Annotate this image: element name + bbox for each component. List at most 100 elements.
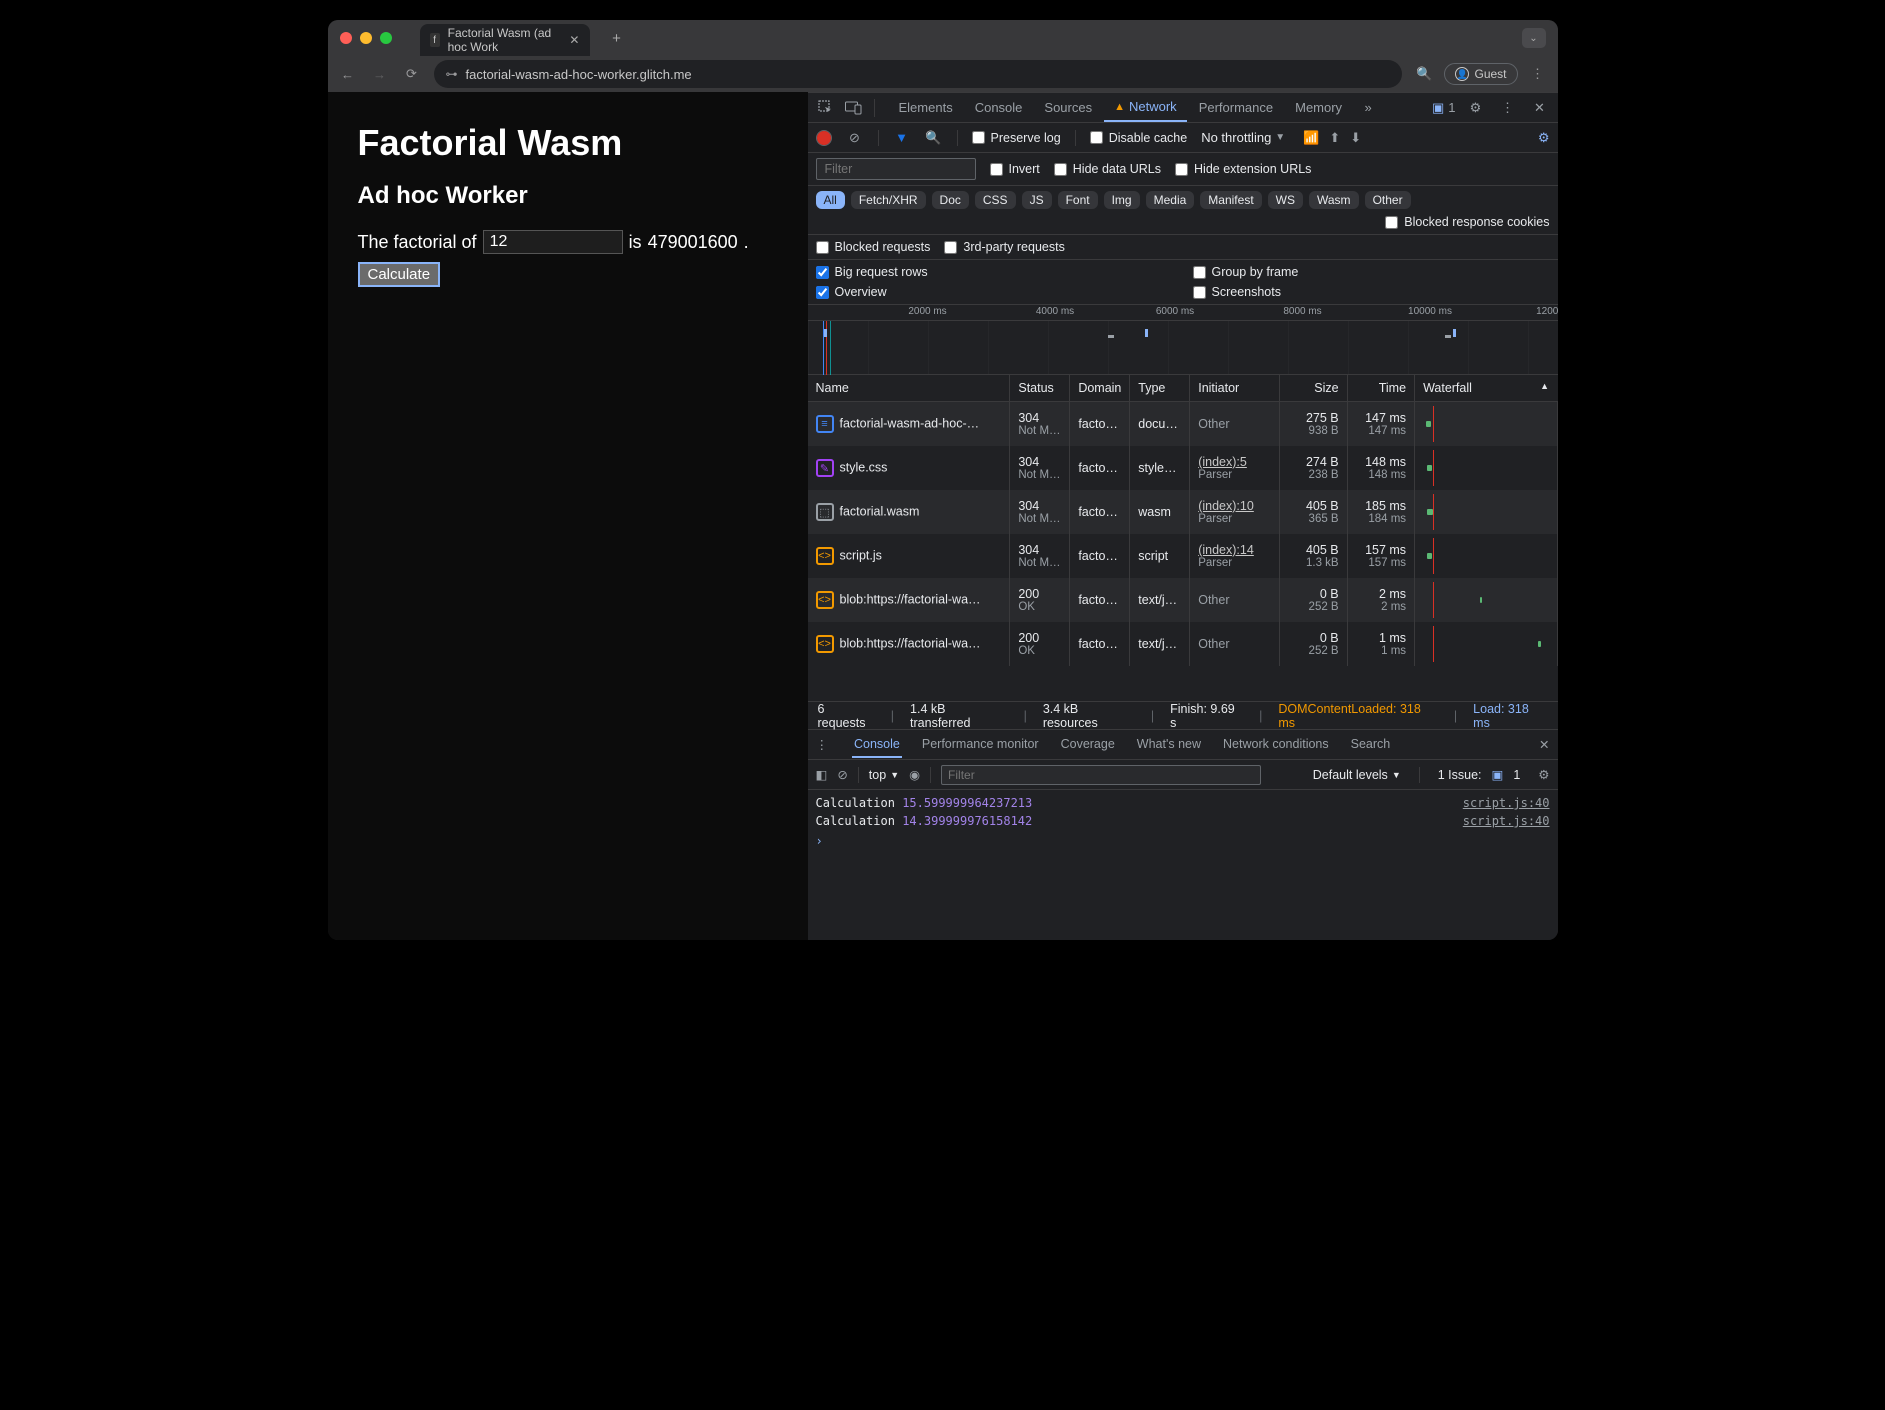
type-pill-css[interactable]: CSS — [975, 191, 1016, 209]
network-filter-input[interactable] — [816, 158, 976, 180]
log-source-link[interactable]: script.js:40 — [1463, 814, 1550, 828]
issue-icon[interactable]: ▣ — [1492, 767, 1504, 782]
new-tab-button[interactable]: + — [604, 25, 630, 51]
hide-ext-urls-checkbox[interactable]: Hide extension URLs — [1175, 162, 1311, 176]
network-row[interactable]: <>blob:https://factorial-wa…200OKfactori… — [808, 622, 1558, 666]
reload-button[interactable]: ⟳ — [402, 64, 422, 84]
network-row[interactable]: ⬚factorial.wasm304Not M…factori…wasm(ind… — [808, 490, 1558, 534]
drawer-menu-icon[interactable]: ⋮ — [816, 737, 829, 752]
filter-toggle-icon[interactable]: ▼ — [893, 130, 911, 145]
network-table[interactable]: NameStatusDomainTypeInitiatorSizeTimeWat… — [808, 375, 1558, 702]
network-row[interactable]: ≡factorial-wasm-ad-hoc-…304Not M…factori… — [808, 402, 1558, 447]
column-header-name[interactable]: Name — [808, 375, 1010, 402]
browser-menu-button[interactable]: ⋮ — [1528, 64, 1548, 84]
export-har-icon[interactable]: ⬇ — [1350, 130, 1361, 146]
type-pill-media[interactable]: Media — [1146, 191, 1195, 209]
more-tabs-icon[interactable]: » — [1356, 96, 1380, 120]
blocked-cookies-checkbox[interactable]: Blocked response cookies — [1385, 215, 1549, 229]
browser-tab[interactable]: f Factorial Wasm (ad hoc Work ✕ — [420, 24, 590, 56]
type-pill-ws[interactable]: WS — [1268, 191, 1303, 209]
column-header-initiator[interactable]: Initiator — [1190, 375, 1280, 402]
log-source-link[interactable]: script.js:40 — [1463, 796, 1550, 810]
drawer-tab-performance-monitor[interactable]: Performance monitor — [920, 732, 1041, 758]
devtools-settings-icon[interactable]: ⚙ — [1464, 96, 1488, 120]
devtools-close-icon[interactable]: ✕ — [1528, 96, 1552, 120]
devtools-menu-icon[interactable]: ⋮ — [1496, 96, 1520, 120]
column-header-size[interactable]: Size — [1280, 375, 1347, 402]
drawer-tab-search[interactable]: Search — [1349, 732, 1393, 758]
close-tab-icon[interactable]: ✕ — [569, 33, 579, 47]
hide-data-urls-checkbox[interactable]: Hide data URLs — [1054, 162, 1161, 176]
type-pill-other[interactable]: Other — [1365, 191, 1411, 209]
clear-console-icon[interactable]: ⊘ — [837, 767, 847, 782]
maximize-window-button[interactable] — [380, 32, 392, 44]
devtools-tab-console[interactable]: Console — [965, 93, 1033, 122]
forward-button[interactable]: → — [370, 64, 390, 84]
column-header-domain[interactable]: Domain — [1070, 375, 1130, 402]
console-settings-icon[interactable]: ⚙ — [1538, 767, 1549, 782]
drawer-tab-coverage[interactable]: Coverage — [1059, 732, 1117, 758]
network-row[interactable]: ✎style.css304Not M…factori…styles…(index… — [808, 446, 1558, 490]
devtools-tab-network[interactable]: ▲ Network — [1104, 93, 1187, 122]
site-settings-icon[interactable]: ⊶ — [446, 67, 458, 81]
search-icon[interactable]: 🔍 — [925, 130, 943, 146]
type-pill-js[interactable]: JS — [1022, 191, 1052, 209]
window-menu-button[interactable]: ⌄ — [1522, 28, 1546, 48]
type-pill-font[interactable]: Font — [1058, 191, 1098, 209]
record-button[interactable] — [816, 130, 832, 146]
column-header-type[interactable]: Type — [1130, 375, 1190, 402]
network-row[interactable]: <>script.js304Not M…factori…script(index… — [808, 534, 1558, 578]
devtools-tab-memory[interactable]: Memory — [1285, 93, 1352, 122]
sidebar-toggle-icon[interactable]: ◧ — [816, 767, 828, 782]
drawer-tab-console[interactable]: Console — [852, 732, 902, 758]
console-filter-input[interactable] — [941, 765, 1261, 785]
type-pill-all[interactable]: All — [816, 191, 845, 209]
column-header-time[interactable]: Time — [1347, 375, 1414, 402]
close-drawer-icon[interactable]: ✕ — [1539, 737, 1549, 752]
issue-label: 1 Issue: — [1438, 768, 1482, 782]
drawer-tab-network-conditions[interactable]: Network conditions — [1221, 732, 1331, 758]
calculate-button[interactable]: Calculate — [358, 262, 441, 287]
devtools-tab-elements[interactable]: Elements — [889, 93, 963, 122]
disable-cache-checkbox[interactable]: Disable cache — [1090, 131, 1188, 145]
type-pill-fetchxhr[interactable]: Fetch/XHR — [851, 191, 926, 209]
drawer-tab-what's-new[interactable]: What's new — [1135, 732, 1203, 758]
blocked-requests-checkbox[interactable]: Blocked requests — [816, 240, 931, 254]
inspect-element-icon[interactable] — [814, 96, 838, 120]
url-box[interactable]: ⊶ factorial-wasm-ad-hoc-worker.glitch.me — [434, 60, 1403, 88]
profile-button[interactable]: 👤 Guest — [1444, 63, 1517, 85]
devtools-tab-performance[interactable]: Performance — [1189, 93, 1283, 122]
overview-checkbox[interactable]: Overview — [816, 285, 1173, 299]
big-rows-checkbox[interactable]: Big request rows — [816, 265, 1173, 279]
console-prompt[interactable]: › — [816, 830, 1550, 852]
clear-button[interactable]: ⊘ — [846, 130, 864, 146]
close-window-button[interactable] — [340, 32, 352, 44]
overview-timeline[interactable]: 2000 ms4000 ms6000 ms8000 ms10000 ms1200… — [808, 305, 1558, 375]
issues-indicator[interactable]: ▣ 1 — [1432, 100, 1456, 116]
device-toolbar-icon[interactable] — [842, 96, 866, 120]
column-header-waterfall[interactable]: Waterfall ▲ — [1415, 375, 1557, 402]
import-har-icon[interactable]: ⬆ — [1329, 130, 1340, 146]
preserve-log-checkbox[interactable]: Preserve log — [972, 131, 1061, 145]
network-conditions-icon[interactable]: 📶 — [1303, 130, 1319, 146]
screenshots-checkbox[interactable]: Screenshots — [1193, 285, 1550, 299]
devtools-tab-sources[interactable]: Sources — [1034, 93, 1102, 122]
type-pill-doc[interactable]: Doc — [932, 191, 969, 209]
live-expression-icon[interactable]: ◉ — [909, 767, 920, 782]
back-button[interactable]: ← — [338, 64, 358, 84]
throttling-select[interactable]: No throttling▼ — [1201, 130, 1285, 145]
invert-checkbox[interactable]: Invert — [990, 162, 1040, 176]
factorial-input[interactable] — [483, 230, 623, 254]
column-header-status[interactable]: Status — [1010, 375, 1070, 402]
type-pill-img[interactable]: Img — [1104, 191, 1140, 209]
third-party-checkbox[interactable]: 3rd-party requests — [944, 240, 1064, 254]
group-by-frame-checkbox[interactable]: Group by frame — [1193, 265, 1550, 279]
minimize-window-button[interactable] — [360, 32, 372, 44]
network-settings-icon[interactable]: ⚙ — [1538, 130, 1550, 146]
type-pill-manifest[interactable]: Manifest — [1200, 191, 1261, 209]
network-row[interactable]: <>blob:https://factorial-wa…200OKfactori… — [808, 578, 1558, 622]
zoom-icon[interactable]: 🔍 — [1414, 64, 1434, 84]
log-levels-select[interactable]: Default levels ▼ — [1313, 768, 1401, 782]
type-pill-wasm[interactable]: Wasm — [1309, 191, 1359, 209]
context-select[interactable]: top ▼ — [869, 768, 899, 782]
